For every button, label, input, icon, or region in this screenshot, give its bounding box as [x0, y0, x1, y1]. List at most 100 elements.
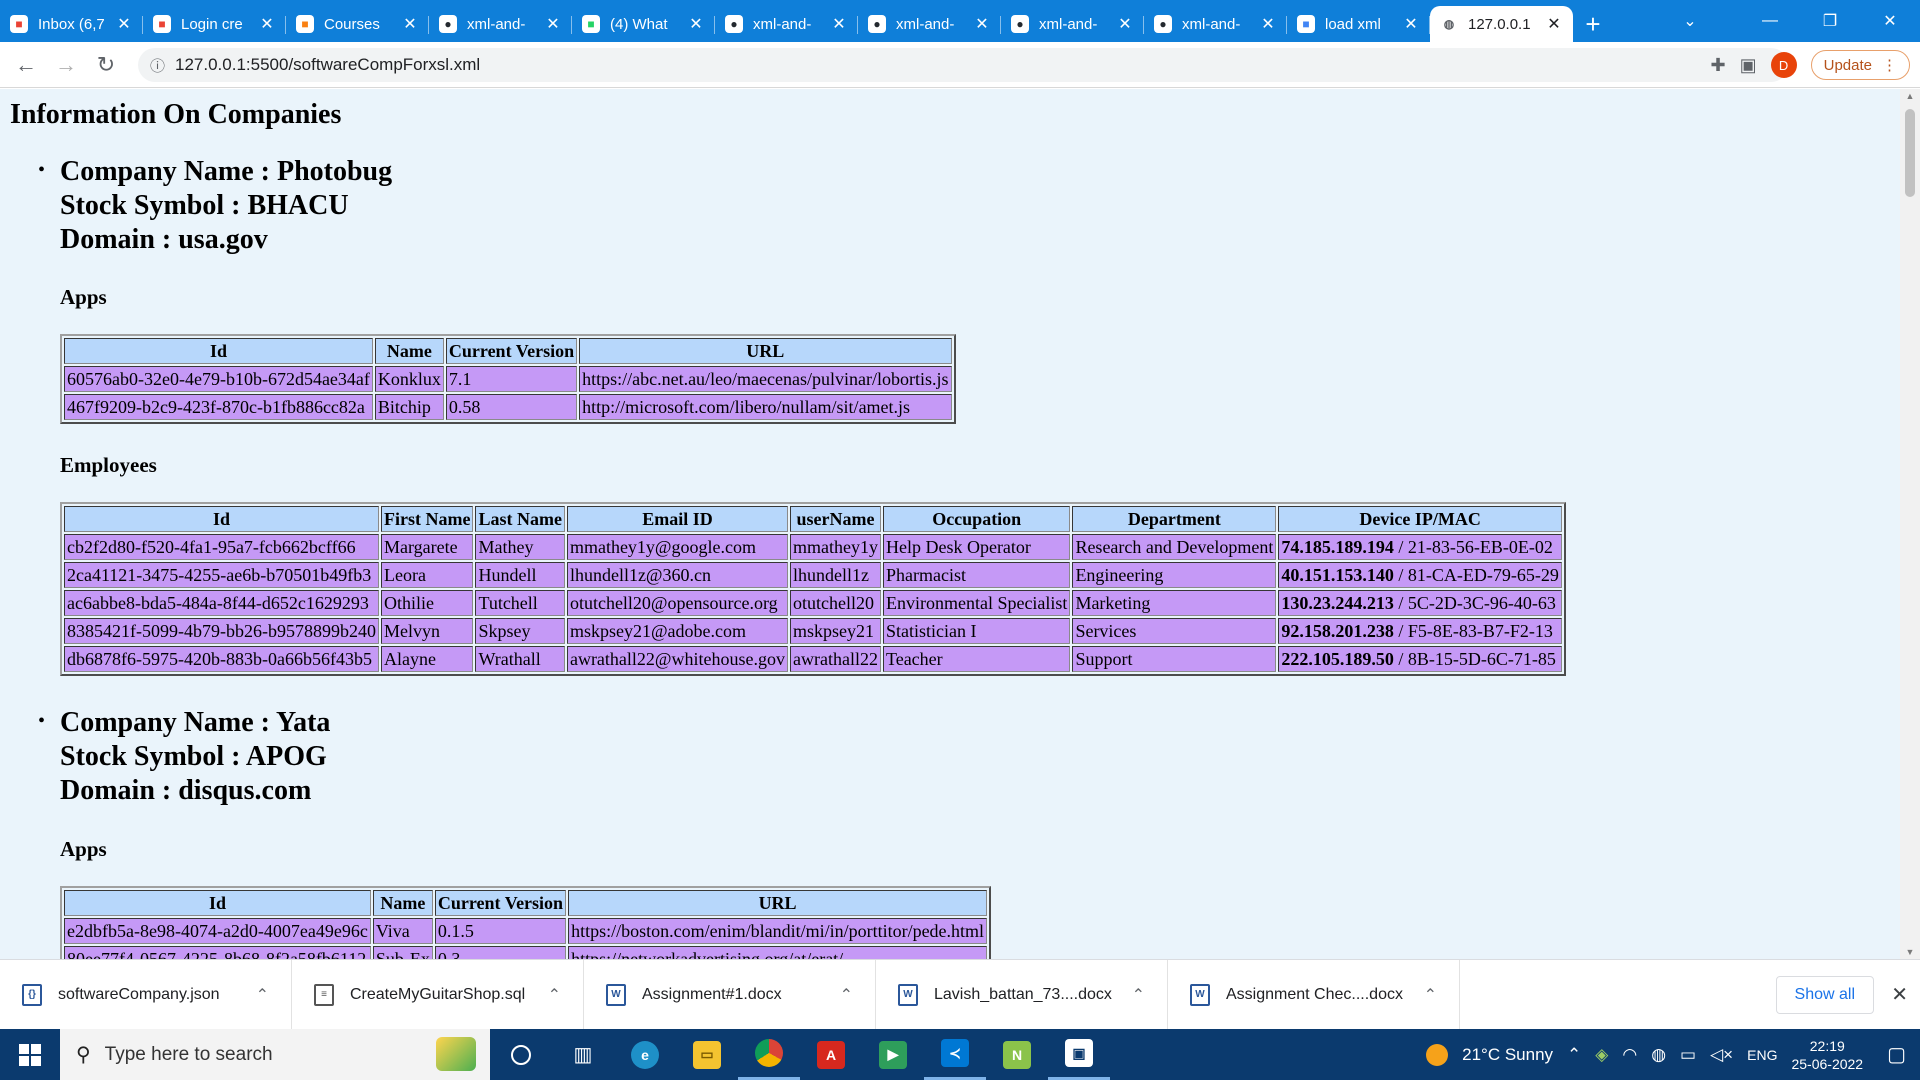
tab-close-icon[interactable]: ✕ [1259, 14, 1277, 34]
minimize-icon[interactable]: — [1740, 0, 1800, 42]
download-item[interactable]: {} softwareCompany.json ⌃ [0, 959, 292, 1030]
wifi-icon[interactable]: ◠ [1622, 1045, 1637, 1065]
browser-tab[interactable]: ● xml-and- ✕ [429, 6, 572, 42]
close-download-bar-icon[interactable]: ✕ [1891, 982, 1908, 1007]
chevron-up-icon[interactable]: ⌃ [1132, 985, 1145, 1005]
extensions-icon[interactable]: ✚ [1711, 55, 1726, 76]
close-window-icon[interactable]: ✕ [1860, 0, 1920, 42]
company-name: Company Name : Photobug [60, 156, 393, 187]
edge-icon[interactable]: e [614, 1029, 676, 1080]
browser-tab[interactable]: ■ Login cre ✕ [143, 6, 286, 42]
table-cell: https://networkadvertising.org/at/erat/ [568, 946, 988, 959]
tab-close-icon[interactable]: ✕ [258, 14, 276, 34]
back-icon[interactable]: ← [6, 45, 46, 85]
device-ip: 74.185.189.194 [1281, 536, 1394, 557]
profile-avatar[interactable]: D [1770, 52, 1797, 78]
browser-tab[interactable]: ◍ 127.0.0.1 ✕ [1430, 6, 1573, 42]
tab-close-icon[interactable]: ✕ [544, 14, 562, 34]
column-header: userName [789, 506, 881, 532]
site-info-icon[interactable]: ⓘ [150, 55, 165, 76]
chevron-up-icon[interactable]: ⌃ [1424, 985, 1437, 1005]
chrome-icon[interactable] [738, 1029, 800, 1080]
language-indicator[interactable]: ENG [1747, 1047, 1777, 1063]
device-cell: 92.158.201.238 / F5-8E-83-B7-F2-13 [1278, 618, 1562, 644]
google-icon: ■ [1297, 15, 1315, 33]
task-view-icon[interactable]: ▥ [552, 1029, 614, 1080]
gmail-icon: ■ [153, 15, 171, 33]
acrobat-icon[interactable]: A [800, 1029, 862, 1080]
page-scrollbar[interactable]: ▲ ▼ [1900, 89, 1920, 959]
apps-heading: Apps [60, 285, 107, 309]
browser-tab[interactable]: ■ (4) What ✕ [572, 6, 715, 42]
tab-close-icon[interactable]: ✕ [1402, 14, 1420, 34]
browser-tab[interactable]: ■ Courses ✕ [286, 6, 429, 42]
tab-close-icon[interactable]: ✕ [115, 14, 133, 34]
table-row: e2dbfb5a-8e98-4074-a2d0-4007ea49e96c Viva… [64, 918, 988, 944]
table-row: cb2f2d80-f520-4fa1-95a7-fcb662bcff66 Marg… [64, 534, 1562, 560]
side-panel-icon[interactable]: ▣ [1740, 55, 1757, 76]
tab-title: xml-and- [896, 15, 955, 33]
volume-muted-icon[interactable]: ◁× [1710, 1045, 1733, 1065]
table-cell: Environmental Specialist [882, 590, 1071, 616]
terminal-app-icon[interactable]: ▣ [1048, 1029, 1110, 1080]
globe-icon: ◍ [1443, 17, 1455, 31]
browser-tab[interactable]: ■ Inbox (6,7 ✕ [0, 6, 143, 42]
media-app-icon[interactable]: ▶ [862, 1029, 924, 1080]
tray-chevron-icon[interactable]: ⌃ [1567, 1045, 1581, 1065]
update-button[interactable]: Update ⋮ [1810, 50, 1910, 80]
download-item[interactable]: W Assignment Chec....docx ⌃ [1168, 959, 1460, 1030]
clock[interactable]: 22:19 25-06-2022 [1791, 1037, 1863, 1073]
tab-close-icon[interactable]: ✕ [687, 14, 705, 34]
reload-icon[interactable]: ↻ [86, 45, 126, 85]
download-item[interactable]: W Assignment#1.docx ⌃ [584, 959, 876, 1030]
weather-text[interactable]: 21°C Sunny [1462, 1045, 1553, 1065]
new-tab-button[interactable]: + [1573, 6, 1613, 42]
table-cell: Research and Development [1072, 534, 1277, 560]
table-cell: 60576ab0-32e0-4e79-b10b-672d54ae34af [64, 366, 373, 392]
chevron-up-icon[interactable]: ⌃ [840, 985, 853, 1005]
tab-close-icon[interactable]: ✕ [1545, 14, 1563, 34]
table-cell: Help Desk Operator [882, 534, 1071, 560]
chevron-up-icon[interactable]: ⌃ [256, 985, 269, 1005]
network-icon[interactable]: ◍ [1651, 1045, 1666, 1065]
browser-tab[interactable]: ● xml-and- ✕ [715, 6, 858, 42]
scroll-down-icon[interactable]: ▼ [1905, 947, 1915, 957]
vscode-icon[interactable]: ≺ [924, 1029, 986, 1080]
tray-app-icon[interactable]: ◈ [1595, 1045, 1608, 1065]
browser-tab[interactable]: ● xml-and- ✕ [1144, 6, 1287, 42]
browser-tab[interactable]: ● xml-and- ✕ [1001, 6, 1144, 42]
tab-search-icon[interactable]: ⌄ [1660, 0, 1720, 42]
column-header: Email ID [566, 506, 788, 532]
company-block: • Company Name : Yata Stock Symbol : APO… [38, 706, 330, 808]
browser-tab[interactable]: ● xml-and- ✕ [858, 6, 1001, 42]
scrollbar-thumb[interactable] [1905, 109, 1915, 197]
forward-icon[interactable]: → [46, 45, 86, 85]
file-explorer-icon[interactable]: ▭ [676, 1029, 738, 1080]
tab-close-icon[interactable]: ✕ [1116, 14, 1134, 34]
github-icon: ● [1154, 15, 1172, 33]
cortana-icon[interactable] [490, 1029, 552, 1080]
table-row: 8385421f-5099-4b79-bb26-b9578899b240 Melv… [64, 618, 1562, 644]
system-tray: 21°C Sunny ⌃ ◈ ◠ ◍ ▭ ◁× ENG 22:19 25-06-… [1426, 1029, 1920, 1080]
scroll-up-icon[interactable]: ▲ [1905, 91, 1915, 101]
tab-close-icon[interactable]: ✕ [401, 14, 419, 34]
restore-icon[interactable]: ❐ [1800, 0, 1860, 42]
notifications-icon[interactable]: ▢ [1887, 1042, 1906, 1067]
taskbar-search-input[interactable]: ⚲ Type here to search [60, 1029, 490, 1080]
table-row: 2ca41121-3475-4255-ae6b-b70501b49fb3 Leor… [64, 562, 1562, 588]
column-header: Department [1072, 506, 1277, 532]
download-item[interactable]: ≡ CreateMyGuitarShop.sql ⌃ [292, 959, 584, 1030]
device-mac: / 8B-15-5D-6C-71-85 [1393, 648, 1556, 669]
table-cell: Bitchip [374, 394, 444, 420]
download-item[interactable]: W Lavish_battan_73....docx ⌃ [876, 959, 1168, 1030]
address-bar[interactable]: ⓘ 127.0.0.1:5500/softwareCompForxsl.xml … [138, 48, 1788, 82]
browser-tab[interactable]: ■ load xml ✕ [1287, 6, 1430, 42]
show-all-button[interactable]: Show all [1775, 976, 1874, 1014]
windows-start-icon[interactable] [0, 1029, 60, 1080]
tab-close-icon[interactable]: ✕ [973, 14, 991, 34]
notepad-plus-icon[interactable]: N [986, 1029, 1048, 1080]
chevron-up-icon[interactable]: ⌃ [548, 985, 561, 1005]
battery-icon[interactable]: ▭ [1680, 1045, 1696, 1065]
weather-sun-icon[interactable] [1426, 1043, 1449, 1066]
tab-close-icon[interactable]: ✕ [830, 14, 848, 34]
